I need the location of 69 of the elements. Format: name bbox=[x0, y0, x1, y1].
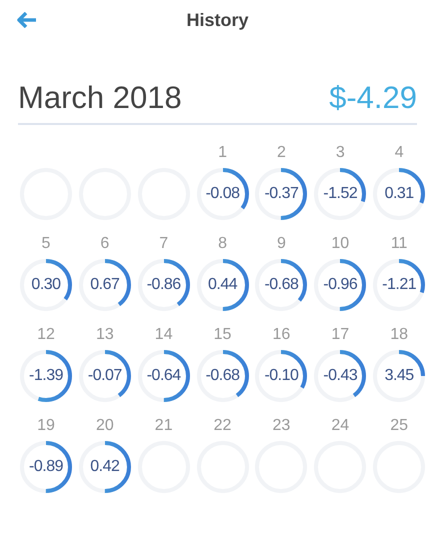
day-number: 2 bbox=[276, 143, 286, 163]
day-amount: 0.30 bbox=[31, 275, 61, 295]
day-amount: -0.43 bbox=[323, 366, 358, 386]
day-amount: -0.07 bbox=[88, 366, 122, 386]
day-ring[interactable]: 0.44 bbox=[196, 259, 249, 311]
day-ring[interactable]: -0.96 bbox=[314, 259, 366, 311]
day-ring[interactable]: -1.52 bbox=[314, 168, 366, 220]
day-ring[interactable]: 0.30 bbox=[20, 259, 72, 311]
day-amount: -1.21 bbox=[382, 275, 416, 295]
day-amount: -0.64 bbox=[146, 366, 181, 386]
day-amount: 0.42 bbox=[90, 457, 120, 477]
day-ring[interactable]: -1.39 bbox=[20, 350, 72, 402]
day-ring[interactable]: -1.21 bbox=[373, 259, 426, 311]
day-ring[interactable]: -0.68 bbox=[255, 259, 308, 311]
day-ring[interactable]: -0.08 bbox=[196, 168, 249, 220]
day-ring[interactable]: 0.67 bbox=[78, 259, 131, 311]
day-number: 13 bbox=[96, 325, 114, 345]
day-number: 12 bbox=[37, 325, 55, 345]
day-number: 20 bbox=[96, 416, 114, 436]
day-number: 5 bbox=[42, 234, 50, 254]
day-amount: -1.52 bbox=[323, 184, 358, 204]
day-ring[interactable]: -0.10 bbox=[255, 350, 308, 402]
day-amount: -0.10 bbox=[264, 366, 298, 386]
day-number: 24 bbox=[331, 416, 350, 436]
day-amount: 0.31 bbox=[384, 184, 414, 204]
day-ring[interactable]: 0.31 bbox=[373, 168, 426, 220]
day-number: 1 bbox=[218, 143, 228, 163]
day-amount: -0.08 bbox=[206, 184, 240, 204]
day-amount: -0.96 bbox=[323, 275, 358, 295]
day-number: 7 bbox=[159, 234, 168, 254]
day-ring[interactable]: -0.64 bbox=[138, 350, 190, 402]
day-number: 21 bbox=[154, 416, 173, 436]
day-amount: -1.39 bbox=[29, 366, 63, 386]
day-amount: -0.68 bbox=[264, 275, 298, 295]
day-number: 11 bbox=[390, 234, 408, 254]
day-number: 22 bbox=[214, 416, 232, 436]
day-number: 4 bbox=[394, 143, 404, 163]
day-ring[interactable]: -0.86 bbox=[138, 259, 190, 311]
day-number: 3 bbox=[336, 143, 345, 163]
day-amount: 0.44 bbox=[208, 275, 238, 295]
day-amount: -0.68 bbox=[206, 366, 240, 386]
day-number: 15 bbox=[214, 325, 232, 345]
day-amount: -0.86 bbox=[146, 275, 181, 295]
day-amount: -0.37 bbox=[264, 184, 298, 204]
day-number: 9 bbox=[276, 234, 286, 254]
day-ring[interactable]: -0.43 bbox=[314, 350, 366, 402]
day-number: 8 bbox=[218, 234, 228, 254]
day-number: 14 bbox=[154, 325, 173, 345]
day-ring[interactable]: -0.07 bbox=[78, 350, 131, 402]
day-amount: 3.45 bbox=[384, 366, 414, 386]
day-number: 10 bbox=[331, 234, 350, 254]
page-title: History bbox=[186, 8, 248, 32]
day-number: 23 bbox=[272, 416, 290, 436]
month-title: March 2018 bbox=[18, 82, 182, 113]
day-number: 18 bbox=[390, 325, 408, 345]
day-ring[interactable]: 0.42 bbox=[78, 441, 131, 493]
back-arrow-icon[interactable] bbox=[17, 12, 37, 28]
month-total: $-4.29 bbox=[329, 82, 417, 113]
day-ring[interactable]: -0.89 bbox=[20, 441, 72, 493]
day-ring[interactable]: -0.37 bbox=[255, 168, 308, 220]
day-number: 17 bbox=[331, 325, 350, 345]
day-amount: 0.67 bbox=[90, 275, 120, 295]
day-number: 16 bbox=[272, 325, 290, 345]
day-ring[interactable]: -0.68 bbox=[196, 350, 249, 402]
day-ring[interactable]: 3.45 bbox=[373, 350, 426, 402]
day-number: 6 bbox=[100, 234, 110, 254]
day-amount: -0.89 bbox=[29, 457, 63, 477]
day-number: 25 bbox=[390, 416, 408, 436]
day-number: 19 bbox=[37, 416, 55, 436]
